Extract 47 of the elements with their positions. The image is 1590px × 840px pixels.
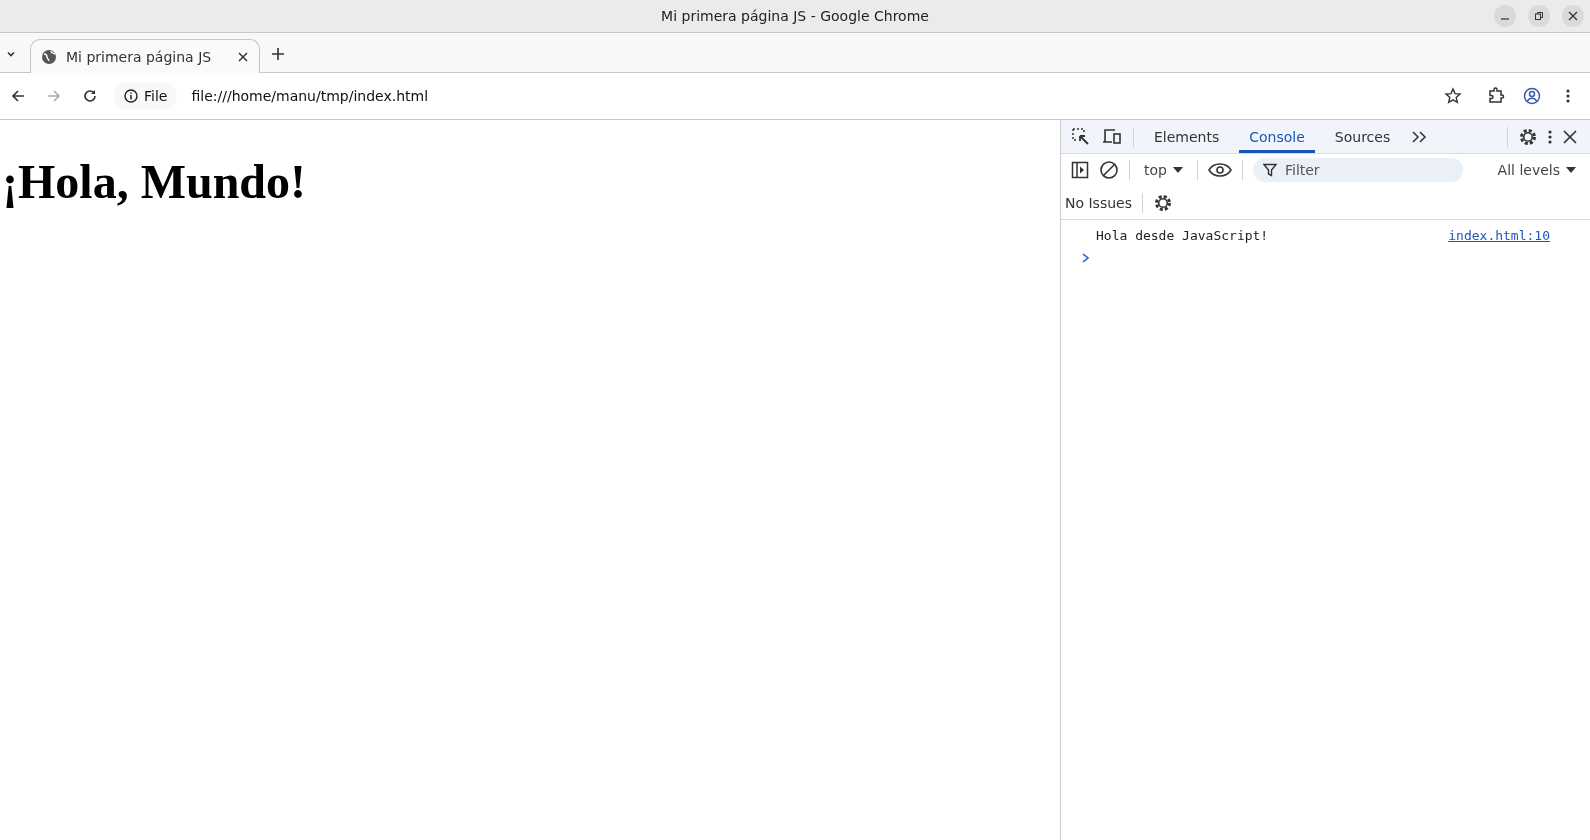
restore-icon: [1534, 11, 1544, 21]
back-arrow-icon: [10, 88, 26, 104]
settings-icon[interactable]: [1518, 126, 1538, 147]
close-icon[interactable]: [1562, 128, 1578, 145]
kebab-menu-icon[interactable]: [1548, 128, 1552, 145]
console-message: Hola desde JavaScript!: [1096, 228, 1269, 243]
caret-icon: [1566, 166, 1576, 174]
devtools-tab[interactable]: Sources: [1324, 120, 1401, 153]
double-chevron-icon[interactable]: [1410, 128, 1429, 145]
tab-title: Mi primera página JS: [66, 48, 213, 65]
devtools-tab[interactable]: Console: [1239, 120, 1315, 153]
filter-field[interactable]: Filter: [1252, 158, 1463, 182]
scheme-label: File: [144, 88, 168, 104]
settings-icon[interactable]: [1153, 192, 1173, 213]
log-levels-dropdown[interactable]: All levels: [1493, 162, 1580, 178]
window-title: Mi primera página JS - Google Chrome: [661, 8, 929, 24]
context-dropdown[interactable]: top: [1140, 162, 1187, 178]
sidebar-toggle-icon[interactable]: [1071, 161, 1089, 179]
star-icon[interactable]: [1444, 87, 1462, 105]
forward-arrow-icon: [46, 88, 62, 104]
prompt-chevron-icon[interactable]: [1081, 252, 1091, 264]
browser-tab[interactable]: Mi primera página JS: [30, 39, 260, 73]
plus-icon: [271, 47, 285, 61]
minimize-icon: [1500, 18, 1510, 20]
globe-icon: [41, 48, 57, 65]
restore-button[interactable]: [1528, 5, 1550, 27]
devtools-tab[interactable]: Elements: [1144, 120, 1230, 153]
inspect-element-icon[interactable]: [1071, 126, 1091, 147]
close-button[interactable]: [1562, 5, 1584, 27]
site-info-chip[interactable]: File: [114, 82, 178, 110]
clear-console-icon[interactable]: [1099, 160, 1119, 180]
avatar-icon: [1523, 87, 1541, 105]
url-text: file:///home/manu/tmp/index.html: [191, 88, 430, 104]
device-toolbar-icon[interactable]: [1101, 126, 1123, 147]
issues-label[interactable]: No Issues: [1065, 194, 1132, 211]
puzzle-icon: [1487, 87, 1505, 105]
minimize-button[interactable]: [1494, 5, 1516, 27]
close-icon[interactable]: [237, 50, 249, 63]
close-icon: [1568, 11, 1578, 21]
info-icon: [124, 89, 138, 103]
funnel-icon: [1262, 163, 1277, 177]
page-heading: ¡Hola, Mundo!: [2, 154, 307, 209]
eye-icon[interactable]: [1207, 162, 1232, 178]
caret-icon: [1172, 166, 1183, 174]
kebab-menu-icon: [1566, 88, 1570, 104]
source-link[interactable]: index.html:10: [1448, 228, 1550, 243]
reload-icon: [82, 88, 98, 104]
